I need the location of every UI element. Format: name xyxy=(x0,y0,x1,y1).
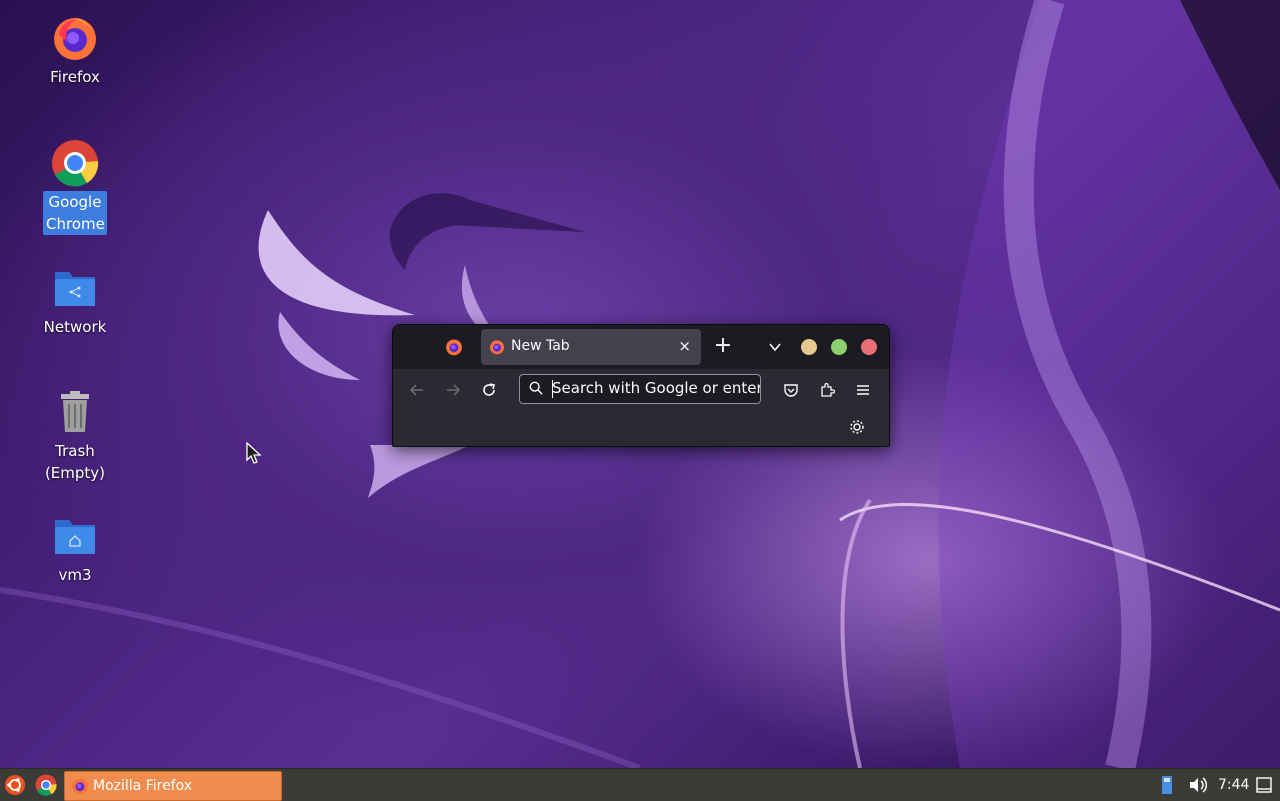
maximize-button[interactable] xyxy=(831,339,847,355)
back-arrow-icon xyxy=(409,384,423,396)
firefox-view-button[interactable] xyxy=(445,338,463,356)
desktop-icon-label: vm3 xyxy=(58,566,92,584)
taskbar-task-firefox[interactable]: Mozilla Firefox xyxy=(64,771,282,801)
taskbar: Mozilla Firefox 7:44 xyxy=(0,768,1280,801)
extensions-button[interactable] xyxy=(815,378,839,402)
volume-icon[interactable] xyxy=(1188,769,1208,801)
app-menu-button[interactable] xyxy=(4,772,26,798)
show-desktop-icon xyxy=(1256,777,1272,793)
reload-icon xyxy=(483,383,495,396)
tab-new-tab[interactable]: New Tab × xyxy=(481,329,701,365)
forward-arrow-icon xyxy=(447,384,461,396)
tab-bar: New Tab × + xyxy=(393,325,889,369)
pocket-icon xyxy=(784,384,798,397)
customize-new-tab-button[interactable] xyxy=(849,419,865,435)
chrome-icon xyxy=(51,139,99,187)
new-tab-button[interactable]: + xyxy=(711,334,735,358)
menu-button[interactable] xyxy=(851,378,875,402)
reload-button[interactable] xyxy=(477,378,501,402)
chevron-down-icon xyxy=(769,343,781,352)
close-button[interactable] xyxy=(861,339,877,355)
ubuntu-logo-icon xyxy=(5,775,25,795)
network-folder-icon xyxy=(51,264,99,312)
firefox-icon xyxy=(72,778,88,795)
desktop-icon-trash[interactable]: Trash (Empty) xyxy=(20,388,130,484)
desktop-icon-network[interactable]: Network xyxy=(20,264,130,338)
gear-icon xyxy=(850,420,864,434)
home-folder-icon xyxy=(51,512,99,560)
back-button[interactable] xyxy=(405,378,429,402)
desktop-icon-label: Network xyxy=(43,318,107,336)
launcher-chrome[interactable] xyxy=(35,772,57,798)
desktop-icon-label: Firefox xyxy=(50,68,100,86)
hamburger-menu-icon xyxy=(857,385,869,395)
url-bar[interactable]: Search with Google or enter address xyxy=(519,374,761,404)
show-desktop-button[interactable] xyxy=(1256,769,1274,801)
firefox-window[interactable]: New Tab × + Search with Google or enter … xyxy=(392,324,890,447)
puzzle-icon xyxy=(821,382,836,397)
mouse-pointer-icon xyxy=(246,442,262,464)
tab-close-button[interactable]: × xyxy=(678,337,691,355)
desktop-icon-label: Trash (Empty) xyxy=(44,442,106,482)
firefox-icon xyxy=(446,339,462,356)
url-placeholder: Search with Google or enter address xyxy=(552,379,761,397)
tab-title: New Tab xyxy=(511,338,570,354)
taskbar-task-label: Mozilla Firefox xyxy=(93,778,193,794)
clock[interactable]: 7:44 xyxy=(1218,769,1249,801)
firefox-icon xyxy=(490,340,504,355)
text-caret xyxy=(552,380,553,398)
search-icon xyxy=(529,381,543,395)
list-all-tabs-button[interactable] xyxy=(767,339,783,355)
removable-drive-icon[interactable] xyxy=(1160,769,1176,801)
forward-button[interactable] xyxy=(441,378,465,402)
desktop-icon-label: Google Chrome xyxy=(43,191,107,235)
desktop-icon-vm3[interactable]: vm3 xyxy=(20,512,130,586)
chrome-icon xyxy=(35,774,57,796)
minimize-button[interactable] xyxy=(801,339,817,355)
navigation-toolbar: Search with Google or enter address xyxy=(393,369,889,411)
desktop-icon-firefox[interactable]: Firefox xyxy=(20,14,130,88)
trash-icon xyxy=(51,388,99,436)
desktop-icon-google-chrome[interactable]: Google Chrome xyxy=(20,139,130,235)
page-content xyxy=(393,411,889,446)
firefox-icon xyxy=(51,14,99,62)
pocket-button[interactable] xyxy=(779,378,803,402)
